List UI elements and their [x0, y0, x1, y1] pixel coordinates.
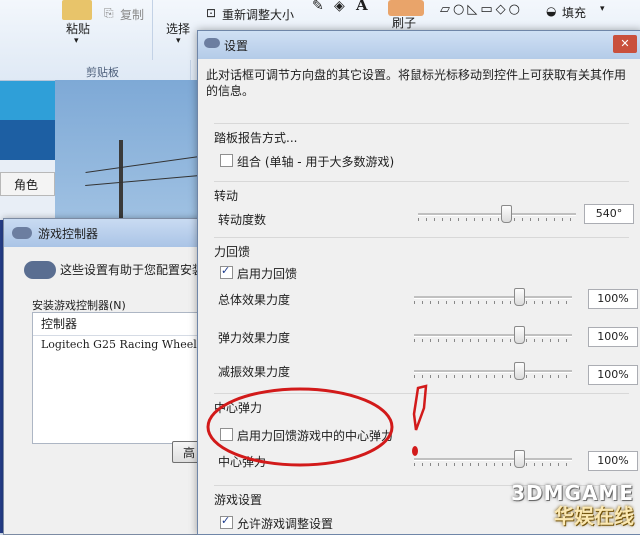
annotation-layer: [206, 384, 428, 467]
annotation-dot: [412, 446, 418, 456]
watermark-line2: 华娱在线: [554, 504, 634, 528]
annotation-mark: [412, 384, 428, 431]
annotation-circle: [206, 387, 394, 467]
